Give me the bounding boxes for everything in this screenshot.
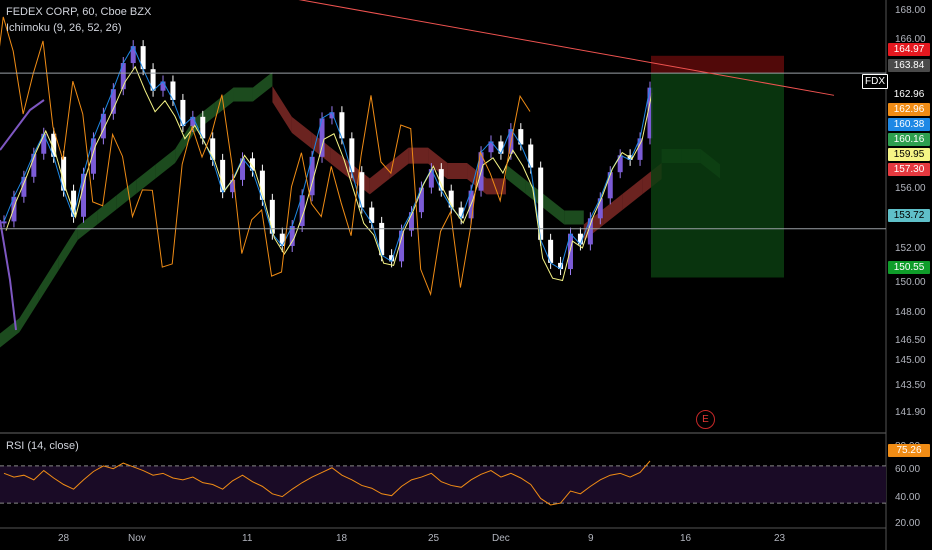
kumo-segment bbox=[97, 195, 117, 225]
kumo-segment bbox=[0, 318, 20, 348]
price-badge: 75.26 bbox=[888, 444, 930, 457]
position-stop-zone bbox=[651, 73, 784, 278]
price-tick-label: 152.00 bbox=[895, 243, 926, 254]
price-badge: 159.95 bbox=[888, 148, 930, 161]
price-tick-label: 146.50 bbox=[895, 335, 926, 346]
kumo-segment bbox=[622, 178, 643, 210]
price-badge: 162.96 bbox=[888, 88, 930, 101]
time-tick-label: 16 bbox=[680, 533, 692, 544]
kumo-segment bbox=[58, 225, 78, 271]
kumo-segment bbox=[19, 287, 39, 333]
price-tick-label: 156.00 bbox=[895, 183, 926, 194]
price-tick-label: 150.00 bbox=[895, 277, 926, 288]
rsi-tick-label: 40.00 bbox=[895, 492, 921, 503]
chart-title: FEDEX CORP, 60, Cboe BZX bbox=[6, 6, 152, 18]
kumo-segment bbox=[116, 179, 137, 210]
time-tick-label: 9 bbox=[588, 533, 594, 544]
time-tick-label: 28 bbox=[58, 533, 70, 544]
price-tick-label: 141.90 bbox=[895, 407, 926, 418]
kumo-segment bbox=[603, 193, 623, 226]
chart-canvas bbox=[0, 0, 887, 550]
price-badge: 160.16 bbox=[888, 133, 930, 146]
rsi-tick-label: 20.00 bbox=[895, 518, 921, 529]
kijun-line bbox=[5, 65, 653, 282]
senkou-fragment-low bbox=[0, 219, 17, 331]
price-badge: 163.84 bbox=[888, 59, 930, 72]
rsi-band bbox=[0, 465, 886, 504]
price-badge: 153.72 bbox=[888, 209, 930, 222]
kumo-segment bbox=[155, 148, 176, 179]
kumo-segment bbox=[77, 210, 98, 240]
chikou-line bbox=[0, 16, 531, 297]
price-tick-label: 148.00 bbox=[895, 307, 926, 318]
kumo-segment bbox=[252, 72, 273, 102]
price-tick-label: 145.00 bbox=[895, 355, 926, 366]
kumo-segment bbox=[544, 195, 565, 225]
kumo-segment bbox=[505, 164, 526, 194]
kumo-segment bbox=[38, 256, 59, 302]
time-tick-label: Nov bbox=[128, 533, 146, 544]
kumo-segment bbox=[564, 210, 584, 225]
kumo-segment bbox=[389, 147, 409, 179]
time-tick-label: 23 bbox=[774, 533, 786, 544]
ichimoku-label: Ichimoku (9, 26, 52, 26) bbox=[6, 22, 122, 34]
kumo-segment bbox=[136, 164, 156, 194]
price-badge: 164.97 bbox=[888, 43, 930, 56]
rsi-tick-label: 60.00 bbox=[895, 464, 921, 475]
price-tick-label: 143.50 bbox=[895, 380, 926, 391]
price-badge: 150.55 bbox=[888, 261, 930, 274]
kumo-segment bbox=[233, 87, 253, 102]
chart-window: { "legend": { "title": "FEDEX CORP, 60, … bbox=[0, 0, 932, 550]
kumo-segment bbox=[447, 162, 468, 179]
time-tick-label: 25 bbox=[428, 533, 440, 544]
price-tick-label: 168.00 bbox=[895, 5, 926, 16]
kumo-segment bbox=[408, 147, 429, 164]
position-target-zone bbox=[651, 55, 784, 74]
time-tick-label: 18 bbox=[336, 533, 348, 544]
price-badge: 160.38 bbox=[888, 118, 930, 131]
time-tick-label: Dec bbox=[492, 533, 510, 544]
price-badge: FDX bbox=[862, 74, 888, 89]
price-badge: 157.30 bbox=[888, 163, 930, 176]
rsi-label: RSI (14, close) bbox=[6, 440, 79, 452]
kumo-segment bbox=[272, 86, 292, 133]
candle-body bbox=[1, 221, 7, 224]
kumo-segment bbox=[291, 116, 312, 149]
time-tick-label: 11 bbox=[242, 533, 253, 544]
price-badge: 162.96 bbox=[888, 103, 930, 116]
earnings-icon[interactable]: E bbox=[696, 410, 715, 429]
